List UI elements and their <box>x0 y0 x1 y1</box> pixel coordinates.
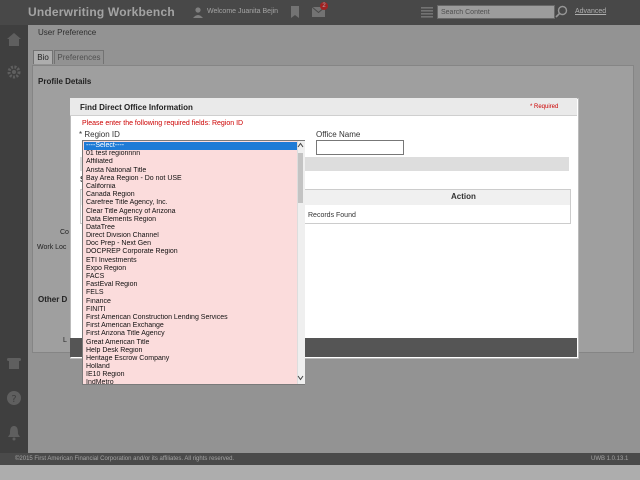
region-option[interactable]: Heritage Escrow Company <box>84 355 297 363</box>
region-option[interactable]: Bay Area Region - Do not USE <box>84 175 297 183</box>
region-option[interactable]: Clear Title Agency of Arizona <box>84 208 297 216</box>
scroll-down-icon[interactable] <box>297 374 304 382</box>
region-option[interactable]: First Arizona Title Agency <box>84 330 297 338</box>
region-option[interactable]: ETI Investments <box>84 257 297 265</box>
region-option[interactable]: IE10 Region <box>84 371 297 379</box>
region-option-list[interactable]: ----Select---- 01 test regionnnn Affiliate… <box>84 142 297 384</box>
region-option[interactable]: Data Elements Region <box>84 216 297 224</box>
region-option[interactable]: FACS <box>84 273 297 281</box>
required-note: * Required <box>530 104 559 110</box>
region-option[interactable]: 01 test regionnnn <box>84 150 297 158</box>
region-option[interactable]: FINITI <box>84 306 297 314</box>
region-option[interactable]: Direct Division Channel <box>84 232 297 240</box>
region-option[interactable]: Finance <box>84 298 297 306</box>
region-option[interactable]: FELS <box>84 289 297 297</box>
region-option[interactable]: Great American Title <box>84 339 297 347</box>
validation-message: Please enter the following required fiel… <box>82 120 244 127</box>
region-option[interactable]: DataTree <box>84 224 297 232</box>
region-option[interactable]: DOCPREP Corporate Region <box>84 248 297 256</box>
region-option[interactable]: Affiliated <box>84 158 297 166</box>
region-option[interactable]: California <box>84 183 297 191</box>
region-id-select[interactable]: ----Select---- 01 test regionnnn Affiliate… <box>82 140 305 385</box>
scroll-thumb[interactable] <box>298 153 303 203</box>
region-option[interactable]: First American Construction Lending Serv… <box>84 314 297 322</box>
region-option[interactable]: Canada Region <box>84 191 297 199</box>
region-option[interactable]: Holland <box>84 363 297 371</box>
region-option[interactable]: Arista National Title <box>84 167 297 175</box>
region-option[interactable]: Doc Prep - Next Gen <box>84 240 297 248</box>
region-option[interactable]: FastEval Region <box>84 281 297 289</box>
office-name-label: Office Name <box>316 130 361 139</box>
office-name-input[interactable] <box>316 140 404 155</box>
region-option[interactable]: Expo Region <box>84 265 297 273</box>
action-column-header: Action <box>451 192 476 201</box>
region-option[interactable]: IndMetro <box>84 379 297 384</box>
region-option[interactable]: First American Exchange <box>84 322 297 330</box>
region-option[interactable]: ----Select---- <box>84 142 297 151</box>
scroll-up-icon[interactable] <box>297 141 304 149</box>
region-id-label: * Region ID <box>79 130 120 139</box>
dialog-title: Find Direct Office Information <box>80 103 193 112</box>
records-found-text: Records Found <box>308 212 356 219</box>
region-option[interactable]: Carefree Title Agency, Inc. <box>84 199 297 207</box>
region-option[interactable]: Help Desk Region <box>84 347 297 355</box>
